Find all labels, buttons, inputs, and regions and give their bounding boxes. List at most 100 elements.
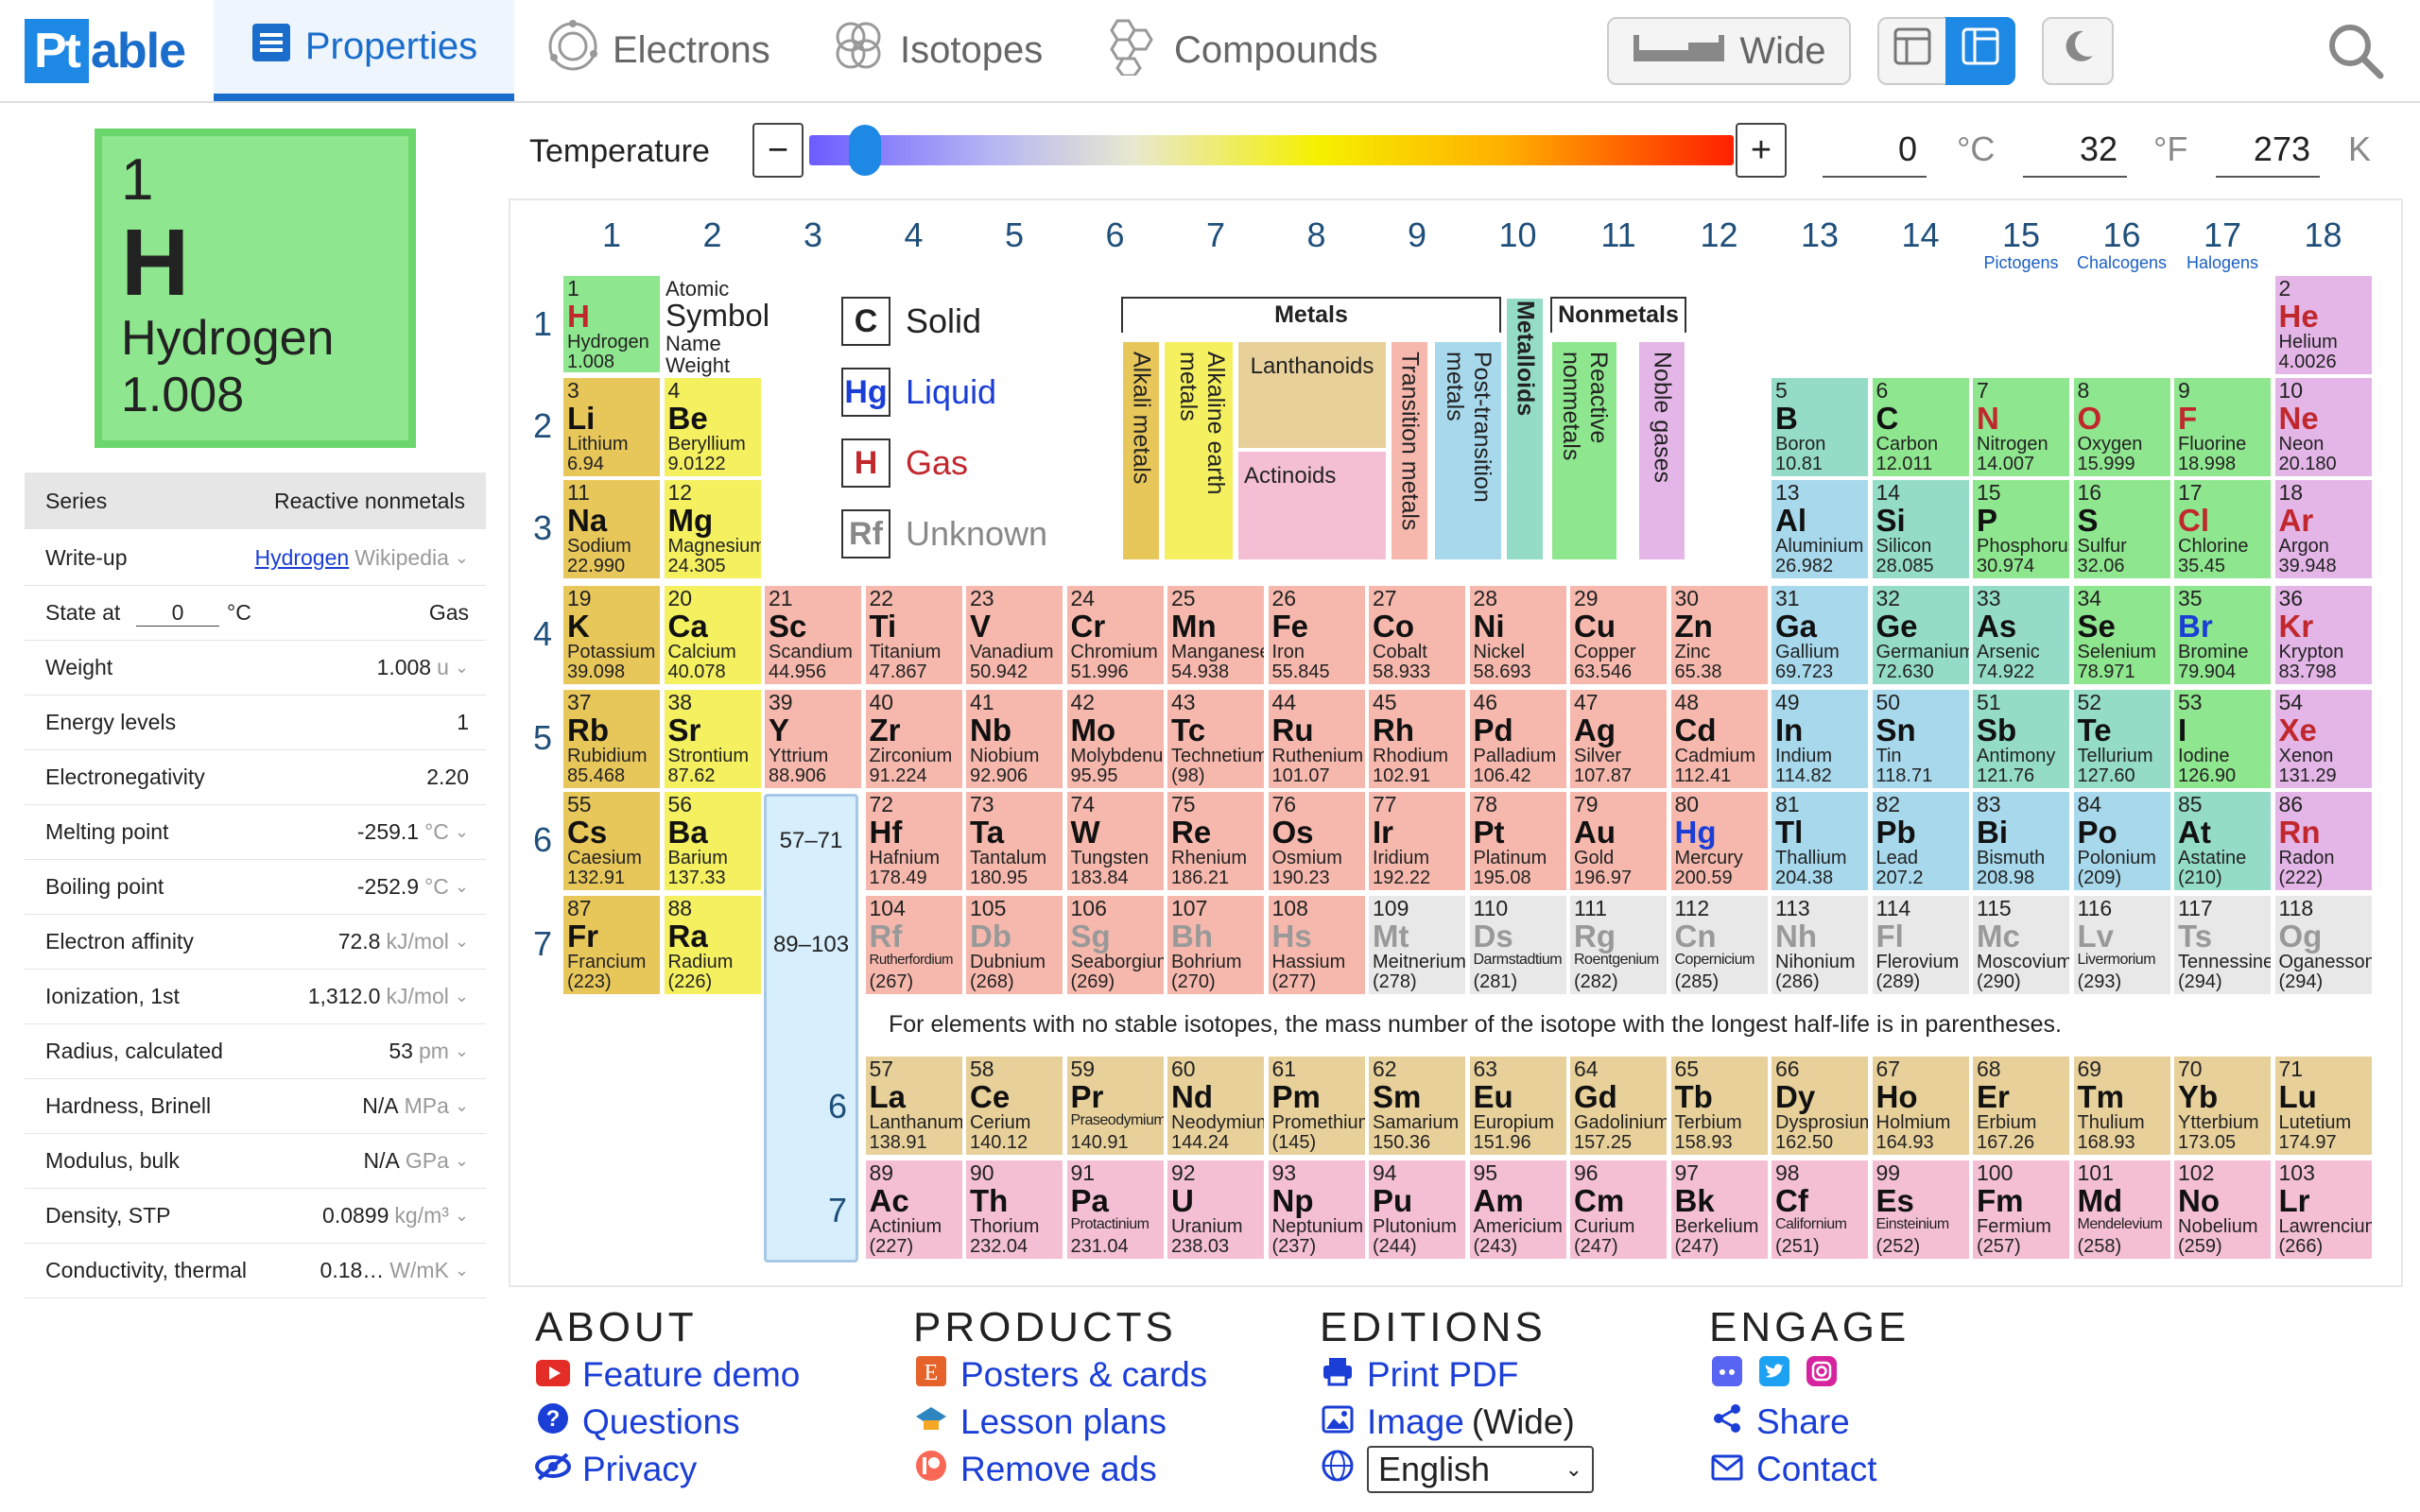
element-po[interactable]: 84 Po Polonium (209) <box>2073 792 2170 890</box>
property-row[interactable]: Write-up Hydrogen Wikipedia ⌄ <box>25 531 486 586</box>
element-be[interactable]: 4 Be Beryllium 9.0122 <box>664 378 761 476</box>
property-row[interactable]: Boiling point -252.9 °C ⌄ <box>25 860 486 915</box>
element-lr[interactable]: 103 Lr Lawrencium (266) <box>2274 1160 2372 1259</box>
element-w[interactable]: 74 W Tungsten 183.84 <box>1066 792 1164 890</box>
temperature-slider[interactable] <box>809 135 1734 165</box>
element-f[interactable]: 9 F Fluorine 18.998 <box>2174 378 2271 476</box>
chevron-down-icon[interactable]: ⌄ <box>455 822 469 842</box>
element-fr[interactable]: 87 Fr Francium (223) <box>563 896 660 994</box>
property-row[interactable]: Electron affinity 72.8 kJ/mol ⌄ <box>25 915 486 970</box>
element-sg[interactable]: 106 Sg Seaborgium (269) <box>1066 896 1164 994</box>
chevron-down-icon[interactable]: ⌄ <box>455 1096 469 1116</box>
element-re[interactable]: 75 Re Rhenium 186.21 <box>1167 792 1264 890</box>
state-legend-item[interactable]: Hg Liquid <box>841 368 996 417</box>
element-ra[interactable]: 88 Ra Radium (226) <box>664 896 761 994</box>
chevron-down-icon[interactable]: ⌄ <box>455 1206 469 1226</box>
legend-alkaline-earth[interactable]: Alkaline earth metals <box>1165 342 1233 559</box>
key-cell[interactable]: 1 H Hydrogen 1.008 <box>563 276 660 372</box>
element-k[interactable]: 19 K Potassium 39.098 <box>563 586 660 684</box>
print-pdf-link[interactable]: Print PDF <box>1320 1351 1594 1399</box>
element-cd[interactable]: 48 Cd Cadmium 112.41 <box>1670 690 1768 788</box>
element-v[interactable]: 23 V Vanadium 50.942 <box>966 586 1063 684</box>
discord-icon[interactable] <box>1709 1355 1745 1395</box>
legend-reactive-nonmetals[interactable]: Reactive nonmetals <box>1552 342 1616 559</box>
image-wide-label[interactable]: (Wide) <box>1472 1402 1575 1442</box>
element-cf[interactable]: 98 Cf Californium (251) <box>1772 1160 1868 1259</box>
element-na[interactable]: 11 Na Sodium 22.990 <box>563 480 660 578</box>
property-value[interactable]: Hydrogen <box>254 545 349 571</box>
element-cr[interactable]: 24 Cr Chromium 51.996 <box>1066 586 1164 684</box>
posters-link[interactable]: E Posters & cards <box>913 1351 1207 1399</box>
chevron-down-icon[interactable]: ⌄ <box>455 658 469 678</box>
element-ba[interactable]: 56 Ba Barium 137.33 <box>664 792 761 890</box>
temperature-slider-handle[interactable] <box>848 125 881 176</box>
element-lu[interactable]: 71 Lu Lutetium 174.97 <box>2274 1057 2372 1155</box>
element-zn[interactable]: 30 Zn Zinc 65.38 <box>1670 586 1768 684</box>
property-row[interactable]: Weight 1.008 u ⌄ <box>25 641 486 696</box>
element-p[interactable]: 15 P Phosphorus 30.974 <box>1973 480 2069 578</box>
element-mg[interactable]: 12 Mg Magnesium 24.305 <box>664 480 761 578</box>
language-select[interactable]: English ⌄ <box>1367 1446 1594 1493</box>
element-ho[interactable]: 67 Ho Holmium 164.93 <box>1872 1057 1969 1155</box>
legend-lanthanoids[interactable]: Lanthanoids <box>1238 342 1386 448</box>
element-si[interactable]: 14 Si Silicon 28.085 <box>1872 480 1969 578</box>
property-row[interactable]: Modulus, bulk N/A GPa ⌄ <box>25 1134 486 1189</box>
tab-compounds[interactable]: Compounds <box>1102 0 1378 101</box>
element-og[interactable]: 118 Og Oganesson (294) <box>2274 896 2372 994</box>
chevron-down-icon[interactable]: ⌄ <box>455 1041 469 1061</box>
element-xe[interactable]: 54 Xe Xenon 131.29 <box>2274 690 2372 788</box>
property-row[interactable]: Energy levels 1 <box>25 696 486 750</box>
property-row[interactable]: Hardness, Brinell N/A MPa ⌄ <box>25 1079 486 1134</box>
legend-transition-metals[interactable]: Transition metals <box>1392 342 1427 559</box>
element-pt[interactable]: 78 Pt Platinum 195.08 <box>1469 792 1566 890</box>
element-fm[interactable]: 100 Fm Fermium (257) <box>1973 1160 2069 1259</box>
element-cm[interactable]: 96 Cm Curium (247) <box>1570 1160 1667 1259</box>
element-u[interactable]: 92 U Uranium 238.03 <box>1167 1160 1264 1259</box>
twitter-icon[interactable] <box>1756 1355 1792 1395</box>
element-ir[interactable]: 77 Ir Iridium 192.22 <box>1369 792 1465 890</box>
element-bh[interactable]: 107 Bh Bohrium (270) <box>1167 896 1264 994</box>
chevron-down-icon[interactable]: ⌄ <box>455 877 469 897</box>
property-row[interactable]: Electronegativity 2.20 <box>25 750 486 805</box>
layout-sidebar-button[interactable] <box>1945 17 2015 85</box>
privacy-link[interactable]: Privacy <box>535 1446 800 1493</box>
lesson-plans-link[interactable]: Lesson plans <box>913 1399 1207 1446</box>
element-ts[interactable]: 117 Ts Tennessine (294) <box>2174 896 2271 994</box>
element-ga[interactable]: 31 Ga Gallium 69.723 <box>1772 586 1868 684</box>
element-bi[interactable]: 83 Bi Bismuth 208.98 <box>1973 792 2069 890</box>
element-au[interactable]: 79 Au Gold 196.97 <box>1570 792 1667 890</box>
chevron-down-icon[interactable]: ⌄ <box>455 1151 469 1171</box>
element-i[interactable]: 53 I Iodine 126.90 <box>2174 690 2271 788</box>
element-hf[interactable]: 72 Hf Hafnium 178.49 <box>865 792 962 890</box>
element-cl[interactable]: 17 Cl Chlorine 35.45 <box>2174 480 2271 578</box>
element-mn[interactable]: 25 Mn Manganese 54.938 <box>1167 586 1264 684</box>
element-os[interactable]: 76 Os Osmium 190.23 <box>1268 792 1365 890</box>
element-sn[interactable]: 50 Sn Tin 118.71 <box>1872 690 1969 788</box>
element-al[interactable]: 13 Al Aluminium 26.982 <box>1772 480 1868 578</box>
element-dy[interactable]: 66 Dy Dysprosium 162.50 <box>1772 1057 1868 1155</box>
element-ge[interactable]: 32 Ge Germanium 72.630 <box>1872 586 1969 684</box>
element-tm[interactable]: 69 Tm Thulium 168.93 <box>2073 1057 2170 1155</box>
element-b[interactable]: 5 B Boron 10.81 <box>1772 378 1868 476</box>
element-co[interactable]: 27 Co Cobalt 58.933 <box>1369 586 1465 684</box>
element-hs[interactable]: 108 Hs Hassium (277) <box>1268 896 1365 994</box>
element-am[interactable]: 95 Am Americium (243) <box>1469 1160 1566 1259</box>
element-cn[interactable]: 112 Cn Copernicium (285) <box>1670 896 1768 994</box>
element-nb[interactable]: 41 Nb Niobium 92.906 <box>966 690 1063 788</box>
element-ac[interactable]: 89 Ac Actinium (227) <box>865 1160 962 1259</box>
element-pr[interactable]: 59 Pr Praseodymium 140.91 <box>1066 1057 1164 1155</box>
property-row[interactable]: Density, STP 0.0899 kg/m³ ⌄ <box>25 1189 486 1244</box>
element-ds[interactable]: 110 Ds Darmstadtium (281) <box>1469 896 1566 994</box>
element-ta[interactable]: 73 Ta Tantalum 180.95 <box>966 792 1063 890</box>
element-mt[interactable]: 109 Mt Meitnerium (278) <box>1369 896 1465 994</box>
tab-electrons[interactable]: Electrons <box>546 0 770 101</box>
chevron-down-icon[interactable]: ⌄ <box>455 1261 469 1280</box>
element-nh[interactable]: 113 Nh Nihonium (286) <box>1772 896 1868 994</box>
element-sc[interactable]: 21 Sc Scandium 44.956 <box>765 586 861 684</box>
element-fl[interactable]: 114 Fl Flerovium (289) <box>1872 896 1969 994</box>
element-as[interactable]: 33 As Arsenic 74.922 <box>1973 586 2069 684</box>
element-nd[interactable]: 60 Nd Neodymium 144.24 <box>1167 1057 1264 1155</box>
element-db[interactable]: 105 Db Dubnium (268) <box>966 896 1063 994</box>
element-o[interactable]: 8 O Oxygen 15.999 <box>2073 378 2170 476</box>
wide-layout-button[interactable]: Wide <box>1607 17 1851 85</box>
